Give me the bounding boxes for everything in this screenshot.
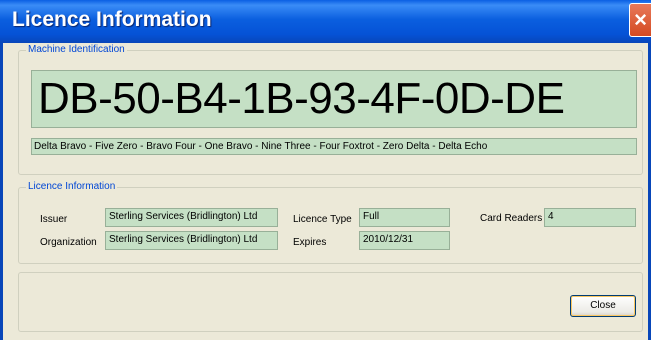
machine-id-phonetic: Delta Bravo - Five Zero - Bravo Four - O… [31,138,637,155]
issuer-label: Issuer [40,214,68,225]
licence-window: Licence Information × Machine Identifica… [0,0,651,340]
organization-field: Sterling Services (Bridlington) Ltd [105,231,278,250]
machine-identification-label: Machine Identification [26,44,127,55]
licence-type-label: Licence Type [293,214,352,225]
issuer-field: Sterling Services (Bridlington) Ltd [105,208,278,227]
card-readers-field: 4 [544,208,636,227]
title-bar[interactable]: Licence Information × [0,0,651,43]
window-title: Licence Information [12,8,212,31]
button-panel [18,272,643,332]
close-button[interactable]: Close [570,295,636,317]
close-window-icon[interactable]: × [629,3,651,37]
expires-field: 2010/12/31 [359,231,450,250]
organization-label: Organization [40,237,97,248]
machine-id-display: DB-50-B4-1B-93-4F-0D-DE [31,70,637,128]
card-readers-label: Card Readers [480,213,543,224]
licence-type-field: Full [359,208,450,227]
licence-information-label: Licence Information [26,181,118,192]
expires-label: Expires [293,237,327,248]
